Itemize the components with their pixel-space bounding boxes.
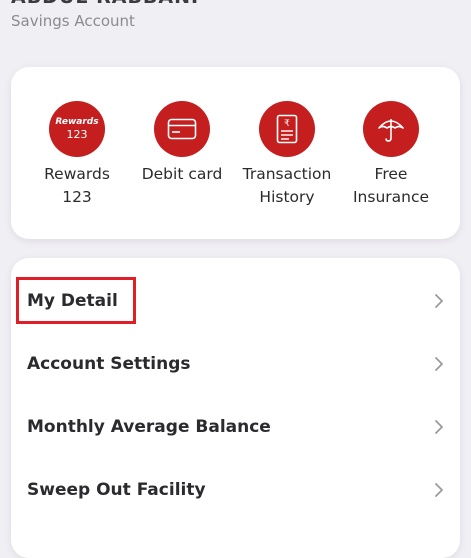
quick-action-transaction-history[interactable]: ₹ Transaction History [237,101,337,209]
umbrella-icon [363,101,419,157]
transaction-history-icon: ₹ [259,101,315,157]
menu-item-sweep-out-facility[interactable]: Sweep Out Facility [11,458,460,521]
account-holder-name: ABDUL RABBANI [11,0,451,8]
quick-action-label: Free Insurance [352,165,430,206]
quick-action-label: Transaction History [242,165,332,206]
menu-item-label: Sweep Out Facility [27,479,206,500]
menu-item-label: Account Settings [27,353,191,374]
quick-action-label: Debit card [141,165,223,183]
menu-item-label: Monthly Average Balance [27,416,271,437]
account-header: ABDUL RABBANI Savings Account [11,0,451,30]
quick-action-label: Rewards 123 [44,165,110,206]
account-type: Savings Account [11,12,135,30]
menu-item-account-settings[interactable]: Account Settings [11,332,460,395]
quick-action-free-insurance[interactable]: Free Insurance [341,101,441,209]
chevron-right-icon [435,482,443,497]
menu-item-monthly-average-balance[interactable]: Monthly Average Balance [11,395,460,458]
chevron-right-icon [435,419,443,434]
quick-actions-card: Rewards 123 Rewards 123 Debit card ₹ Tra… [11,67,460,239]
svg-text:₹: ₹ [284,119,290,129]
chevron-right-icon [435,356,443,371]
debit-card-icon [154,101,210,157]
highlight-box-my-detail [16,277,136,324]
chevron-right-icon [435,293,443,308]
quick-action-rewards[interactable]: Rewards 123 Rewards 123 [27,101,127,209]
quick-action-debit-card[interactable]: Debit card [132,101,232,186]
rewards-123-icon: Rewards 123 [49,101,105,157]
